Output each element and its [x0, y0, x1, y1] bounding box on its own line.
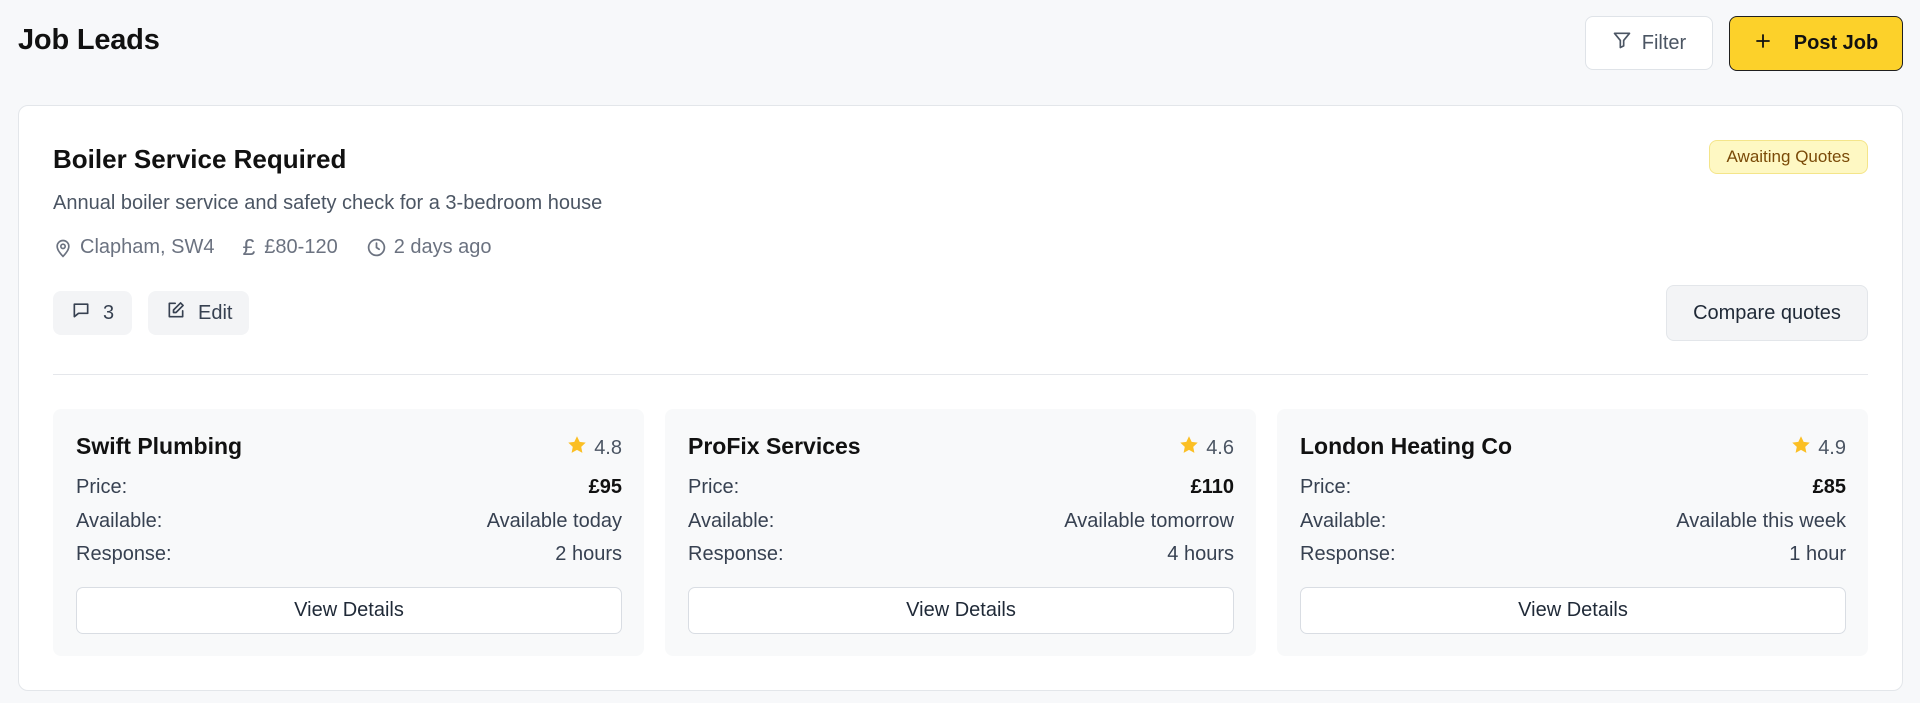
job-posted-text: 2 days ago — [393, 236, 492, 258]
quote-availability-row: Available: Available this week — [1300, 510, 1846, 533]
quote-rating: 4.8 — [566, 434, 622, 462]
quote-response-row: Response: 1 hour — [1300, 543, 1846, 566]
quote-availability-row: Available: Available today — [76, 510, 622, 533]
quote-price-label: Price: — [1300, 476, 1352, 498]
quote-card: London Heating Co 4.9 Price: £85 Availab… — [1277, 409, 1868, 656]
quote-response-row: Response: 4 hours — [688, 543, 1234, 566]
quote-price-row: Price: £110 — [688, 476, 1234, 499]
quote-rating: 4.6 — [1178, 434, 1234, 462]
quote-rating-value: 4.9 — [1818, 436, 1846, 459]
view-details-button[interactable]: View Details — [688, 587, 1234, 634]
quote-availability: Available this week — [1676, 510, 1846, 532]
star-icon — [566, 434, 588, 462]
quote-availability-row: Available: Available tomorrow — [688, 510, 1234, 533]
pound-icon: £ — [242, 234, 256, 260]
star-icon — [1178, 434, 1200, 462]
filter-label: Filter — [1641, 31, 1687, 54]
quote-provider-name: Swift Plumbing — [76, 433, 243, 459]
job-budget-text: £80-120 — [264, 236, 338, 258]
page-title: Job Leads — [18, 24, 160, 56]
quote-price: £110 — [1190, 476, 1234, 498]
top-bar: Job Leads Filter Post Job — [0, 0, 1920, 86]
clock-icon — [366, 237, 387, 258]
filter-button[interactable]: Filter — [1585, 16, 1713, 70]
quote-response-label: Response: — [688, 543, 784, 565]
view-details-button[interactable]: View Details — [1300, 587, 1846, 634]
post-job-label: Post Job — [1793, 32, 1879, 54]
job-meta: Clapham, SW4 £ £80-120 2 days ago — [53, 236, 492, 259]
quotes-list: Swift Plumbing 4.8 Price: £95 Available:… — [53, 409, 1868, 656]
job-location: Clapham, SW4 — [53, 236, 215, 259]
quote-availability: Available today — [486, 510, 622, 532]
quote-response: 1 hour — [1789, 543, 1846, 565]
job-budget: £ £80-120 — [243, 236, 338, 259]
quote-rating-value: 4.8 — [594, 436, 622, 459]
job-description: Annual boiler service and safety check f… — [53, 192, 603, 214]
job-title: Boiler Service Required — [53, 144, 347, 174]
quote-rating: 4.9 — [1790, 434, 1846, 462]
job-posted: 2 days ago — [366, 236, 492, 259]
quote-card: ProFix Services 4.6 Price: £110 Availabl… — [665, 409, 1256, 656]
plus-icon — [1754, 32, 1772, 56]
quote-response: 2 hours — [555, 543, 622, 565]
status-badge: Awaiting Quotes — [1708, 140, 1868, 174]
message-square-icon — [71, 300, 91, 326]
quote-price: £85 — [1812, 476, 1846, 498]
quote-response-label: Response: — [76, 543, 172, 565]
comments-button[interactable]: 3 — [53, 291, 132, 335]
quote-price-row: Price: £85 — [1300, 476, 1846, 499]
quote-availability: Available tomorrow — [1064, 510, 1234, 532]
quote-provider-name: London Heating Co — [1300, 433, 1513, 459]
quote-price-row: Price: £95 — [76, 476, 622, 499]
quote-rating-value: 4.6 — [1206, 436, 1234, 459]
quote-price-label: Price: — [688, 476, 740, 498]
quote-response-label: Response: — [1300, 543, 1396, 565]
job-card: Boiler Service Required Awaiting Quotes … — [18, 105, 1903, 691]
edit-label: Edit — [198, 301, 233, 324]
quote-response-row: Response: 2 hours — [76, 543, 622, 566]
view-details-button[interactable]: View Details — [76, 587, 622, 634]
quote-availability-label: Available: — [76, 510, 163, 532]
quote-price: £95 — [588, 476, 622, 498]
job-location-text: Clapham, SW4 — [80, 236, 215, 258]
quote-availability-label: Available: — [688, 510, 775, 532]
quote-price-label: Price: — [76, 476, 128, 498]
star-icon — [1790, 434, 1812, 462]
quote-provider-name: ProFix Services — [688, 433, 861, 459]
edit-icon — [166, 300, 186, 326]
filter-icon — [1612, 30, 1632, 56]
quote-card: Swift Plumbing 4.8 Price: £95 Available:… — [53, 409, 644, 656]
comments-count: 3 — [103, 301, 115, 324]
compare-quotes-button[interactable]: Compare quotes — [1666, 285, 1868, 341]
map-pin-icon — [53, 237, 73, 259]
quote-response: 4 hours — [1167, 543, 1234, 565]
post-job-button[interactable]: Post Job — [1729, 16, 1903, 71]
divider — [53, 374, 1868, 375]
edit-button[interactable]: Edit — [148, 291, 249, 335]
quote-availability-label: Available: — [1300, 510, 1387, 532]
